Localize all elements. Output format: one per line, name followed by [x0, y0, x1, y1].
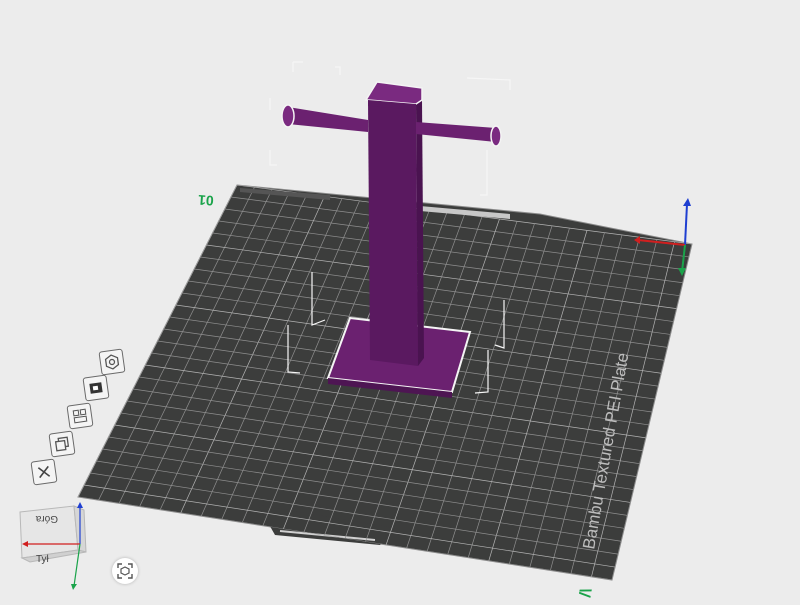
view-cube-front-label: Tył — [36, 554, 50, 565]
view-cube-top-label: Góra — [35, 513, 58, 524]
layers-icon — [54, 436, 70, 452]
arrange-icon — [72, 408, 88, 424]
arrange-button[interactable] — [66, 402, 94, 430]
scene: Bambu Textured PEI Plate 01 /\ — [77, 61, 693, 599]
3d-viewport[interactable]: Bambu Textured PEI Plate 01 /\ — [0, 0, 800, 600]
color-paint-button[interactable] — [82, 374, 110, 402]
close-button[interactable] — [30, 458, 58, 486]
color-paint-icon — [89, 382, 103, 394]
fit-view-icon — [117, 563, 133, 579]
orient-button[interactable] — [98, 348, 126, 376]
close-icon — [37, 465, 51, 479]
plate-number: 01 — [197, 192, 214, 209]
fit-view-button[interactable] — [112, 558, 138, 584]
axis-y-label: /\ — [577, 586, 595, 598]
view-cube[interactable]: Góra Tył — [14, 500, 90, 590]
orient-icon — [104, 354, 120, 370]
layers-button[interactable] — [48, 430, 76, 458]
